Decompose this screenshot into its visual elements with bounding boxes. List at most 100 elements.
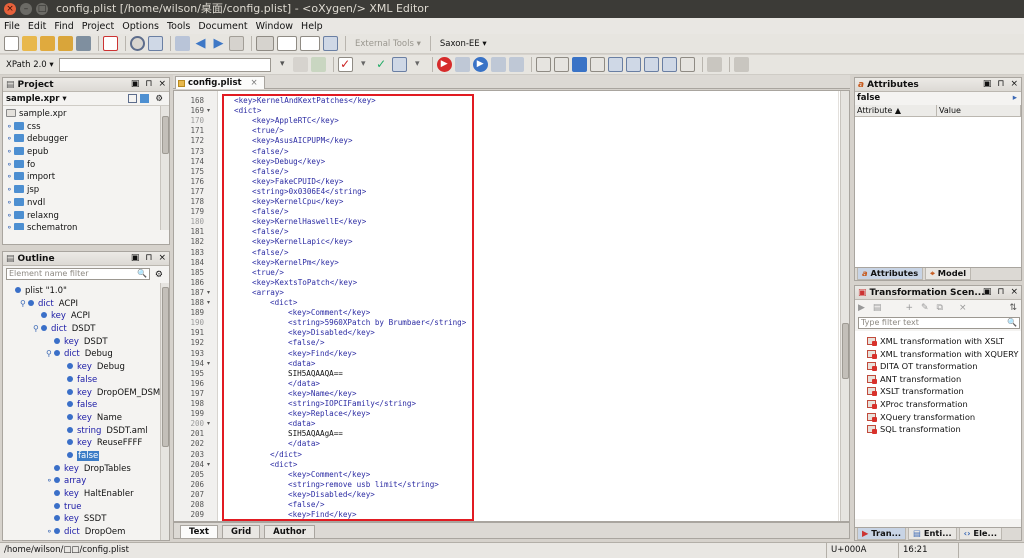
- code-line[interactable]: </data>: [288, 439, 320, 449]
- close-tab-icon[interactable]: ×: [251, 78, 258, 88]
- fold-toggle-icon[interactable]: ▾: [207, 298, 210, 308]
- tab-attributes[interactable]: a Attributes: [857, 268, 924, 280]
- xpath-input[interactable]: [58, 57, 271, 72]
- format-indent-icon[interactable]: [256, 36, 274, 51]
- pin-panel-icon[interactable]: ⊓: [145, 253, 152, 263]
- pin-panel-icon[interactable]: ⊓: [145, 79, 152, 89]
- expand-toggle-icon[interactable]: ⚲: [20, 298, 28, 311]
- paste-icon[interactable]: [229, 36, 244, 51]
- expand-toggle-icon[interactable]: ⚬: [6, 133, 14, 146]
- outline-scrollbar[interactable]: [160, 283, 169, 540]
- doc-copy-icon[interactable]: [553, 57, 569, 72]
- outline-settings-icon[interactable]: ⚙: [155, 270, 163, 280]
- tree-item[interactable]: ⚬ css: [6, 121, 169, 134]
- scenario-settings-icon[interactable]: ⇅: [1009, 303, 1017, 313]
- tree-item[interactable]: ⚬ jsp: [6, 184, 169, 197]
- open-project-icon[interactable]: [58, 36, 73, 51]
- redo-arrow-icon[interactable]: ▶: [211, 36, 226, 51]
- code-line[interactable]: <false/>: [252, 167, 289, 177]
- save-icon[interactable]: [76, 36, 91, 51]
- transformation-scenario-item[interactable]: XProc transformation: [855, 398, 1021, 411]
- outline-item[interactable]: key SSDT: [3, 513, 169, 526]
- validate-check-icon[interactable]: ✓: [337, 57, 353, 72]
- close-panel-icon[interactable]: ×: [158, 79, 166, 89]
- code-line[interactable]: <false/>: [252, 227, 289, 237]
- expand-toggle-icon[interactable]: ⚬: [6, 222, 14, 230]
- code-line[interactable]: <key>Find</key>: [288, 510, 357, 520]
- tab-author-mode[interactable]: Author: [264, 525, 315, 538]
- check-wellformed-icon[interactable]: ✓: [374, 57, 389, 72]
- expand-toggle-icon[interactable]: ⚬: [46, 475, 54, 488]
- transformation-scenario-item[interactable]: DITA OT transformation: [855, 360, 1021, 373]
- tree-item[interactable]: ⚬ fo: [6, 159, 169, 172]
- transformation-scenario-item[interactable]: XML transformation with XQUERY: [855, 348, 1021, 361]
- convert-icon[interactable]: [607, 57, 623, 72]
- code-line[interactable]: <key>AppleRTC</key>: [252, 116, 339, 126]
- project-settings-icon[interactable]: ⚙: [155, 92, 163, 106]
- column-header-attribute[interactable]: Attribute ▲: [855, 105, 937, 116]
- xml-refactor-icon[interactable]: [643, 57, 659, 72]
- apply-scenario-icon[interactable]: ▶: [858, 303, 865, 313]
- expand-toggle-icon[interactable]: ⚬: [6, 184, 14, 197]
- code-line[interactable]: <dict>: [270, 460, 297, 470]
- tab-grid-mode[interactable]: Grid: [221, 525, 261, 538]
- fold-toggle-icon[interactable]: ▾: [207, 460, 210, 470]
- restore-panel-icon[interactable]: ▣: [131, 253, 140, 263]
- menu-options[interactable]: Options: [122, 21, 159, 32]
- code-line[interactable]: SIH5AQAAQA==: [288, 369, 343, 379]
- pin-panel-icon[interactable]: ⊓: [997, 287, 1004, 297]
- outline-item[interactable]: plist "1.0": [3, 285, 169, 298]
- doc-view-icon[interactable]: [535, 57, 551, 72]
- tab-elements[interactable]: ‹› Ele...: [958, 528, 1003, 540]
- tab-entities[interactable]: ▤ Enti...: [908, 528, 957, 540]
- tab-config-plist[interactable]: config.plist ×: [175, 76, 265, 89]
- expand-toggle-icon[interactable]: ⚬: [6, 159, 14, 172]
- xpath-settings-icon[interactable]: [292, 57, 308, 72]
- code-line[interactable]: <key>Debug</key>: [252, 157, 325, 167]
- code-line[interactable]: <false/>: [252, 248, 289, 258]
- transformation-filter-input[interactable]: Type filter text 🔍: [858, 317, 1020, 329]
- fold-toggle-icon[interactable]: ▾: [207, 288, 210, 298]
- menu-edit[interactable]: Edit: [28, 21, 46, 32]
- apply-transformation-icon[interactable]: ▶: [436, 57, 452, 72]
- code-line[interactable]: <false/>: [252, 147, 289, 157]
- outline-item[interactable]: key DSDT: [3, 336, 169, 349]
- xslt-debug-icon[interactable]: [277, 36, 297, 51]
- expand-toggle-icon[interactable]: ⚬: [6, 121, 14, 134]
- compare-files-icon[interactable]: [323, 36, 338, 51]
- expand-toggle-icon[interactable]: ⚬: [6, 171, 14, 184]
- expand-toggle-icon[interactable]: ⚬: [6, 197, 14, 210]
- outline-item[interactable]: key DropOEM_DSM: [3, 387, 169, 400]
- generate-doc-icon[interactable]: [589, 57, 605, 72]
- link-editor-icon[interactable]: [140, 94, 149, 103]
- maximize-window-button[interactable]: □: [36, 3, 48, 15]
- code-line[interactable]: <true/>: [252, 268, 284, 278]
- open-url-icon[interactable]: [40, 36, 55, 51]
- outline-item[interactable]: false: [3, 374, 169, 387]
- transformation-scenario-item[interactable]: XQuery transformation: [855, 411, 1021, 424]
- undo-arrow-icon[interactable]: ◀: [193, 36, 208, 51]
- code-line[interactable]: <key>Comment</key>: [288, 308, 370, 318]
- find-replace-icon[interactable]: [148, 36, 163, 51]
- expand-toggle-icon[interactable]: ⚬: [6, 210, 14, 223]
- tree-item[interactable]: ⚬ nvdl: [6, 197, 169, 210]
- code-line[interactable]: <key>Disabled</key>: [288, 328, 375, 338]
- validation-scenario-icon[interactable]: [391, 57, 407, 72]
- edit-icon[interactable]: [706, 57, 722, 72]
- scrollbar-thumb[interactable]: [842, 323, 849, 379]
- code-line[interactable]: <data>: [288, 419, 315, 429]
- xquery-debug-icon[interactable]: [300, 36, 320, 51]
- code-line[interactable]: <key>KernelHaswellE</key>: [252, 217, 366, 227]
- tree-item[interactable]: ⚬ debugger: [6, 133, 169, 146]
- code-line[interactable]: </data>: [288, 379, 320, 389]
- run-debug-icon[interactable]: ▶: [472, 57, 488, 72]
- code-line[interactable]: <key>KernelAndKextPatches</key>: [234, 96, 376, 106]
- menu-file[interactable]: File: [4, 21, 20, 32]
- scrollbar-thumb[interactable]: [162, 116, 169, 154]
- code-editor[interactable]: 168 169 ▾ 170 171 172 173 174 175 176 177 178 179 180…: [173, 90, 850, 522]
- add-scenario-icon[interactable]: +: [905, 303, 913, 313]
- outline-item[interactable]: key DropTables: [3, 463, 169, 476]
- outline-item[interactable]: false: [3, 450, 169, 463]
- transformation-scenario-item[interactable]: SQL transformation: [855, 423, 1021, 436]
- code-line[interactable]: <key>Disabled</key>: [288, 490, 375, 500]
